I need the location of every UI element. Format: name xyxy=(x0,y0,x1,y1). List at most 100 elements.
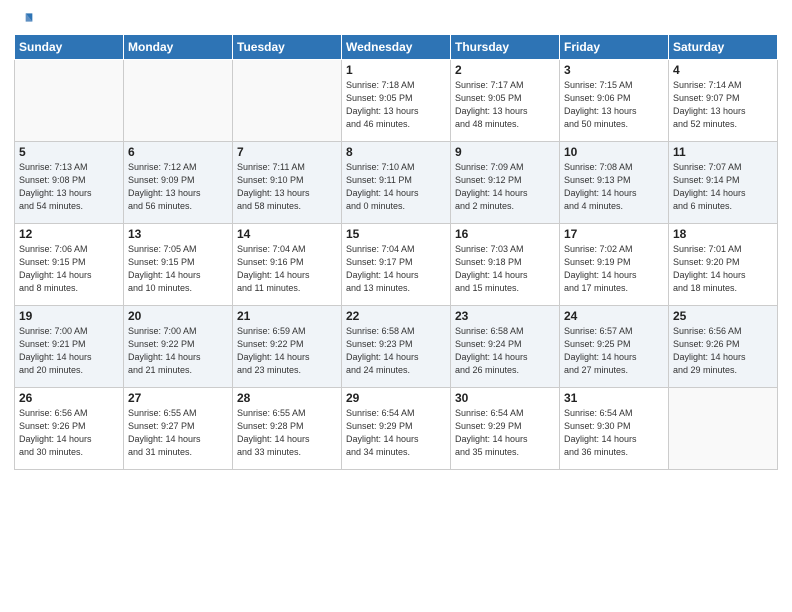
day-cell-28: 28 Sunrise: 6:55 AM Sunset: 9:28 PM Dayli… xyxy=(233,388,342,470)
day-cell-6: 6Sunrise: 7:12 AM Sunset: 9:09 PM Daylig… xyxy=(124,142,233,224)
day-info-12: Sunrise: 7:06 AM Sunset: 9:15 PM Dayligh… xyxy=(19,243,119,295)
day-cell-30: 30Sunrise: 6:54 AM Sunset: 9:29 PM Dayli… xyxy=(451,388,560,470)
weekday-header-monday: Monday xyxy=(124,35,233,60)
weekday-header-wednesday: Wednesday xyxy=(342,35,451,60)
day-info-26: Sunrise: 6:56 AM Sunset: 9:26 PM Dayligh… xyxy=(19,407,119,459)
day-info-28: Sunrise: 6:55 AM Sunset: 9:28 PM Dayligh… xyxy=(237,407,337,459)
day-cell-10: 10 Sunrise: 7:08 AM Sunset: 9:13 PM Dayli… xyxy=(560,142,669,224)
day-info-17: Sunrise: 7:02 AM Sunset: 9:19 PM Dayligh… xyxy=(564,243,664,295)
day-info-14: Sunrise: 7:04 AM Sunset: 9:16 PM Dayligh… xyxy=(237,243,337,295)
day-number-3: 3 xyxy=(564,63,664,77)
day-number-22: 22 xyxy=(346,309,446,323)
logo xyxy=(14,10,37,30)
day-info-25: Sunrise: 6:56 AM Sunset: 9:26 PM Dayligh… xyxy=(673,325,773,377)
day-cell-12: 12 Sunrise: 7:06 AM Sunset: 9:15 PM Dayli… xyxy=(15,224,124,306)
day-info-11: Sunrise: 7:07 AM Sunset: 9:14 PM Dayligh… xyxy=(673,161,773,213)
day-cell-15: 15 Sunrise: 7:04 AM Sunset: 9:17 PM Dayli… xyxy=(342,224,451,306)
empty-cell xyxy=(124,60,233,142)
week-row-5: 26Sunrise: 6:56 AM Sunset: 9:26 PM Dayli… xyxy=(15,388,778,470)
day-cell-4: 4Sunrise: 7:14 AM Sunset: 9:07 PM Daylig… xyxy=(669,60,778,142)
day-info-7: Sunrise: 7:11 AM Sunset: 9:10 PM Dayligh… xyxy=(237,161,337,213)
day-info-10: Sunrise: 7:08 AM Sunset: 9:13 PM Dayligh… xyxy=(564,161,664,213)
week-row-4: 19 Sunrise: 7:00 AM Sunset: 9:21 PM Dayli… xyxy=(15,306,778,388)
day-number-24: 24 xyxy=(564,309,664,323)
week-row-3: 12 Sunrise: 7:06 AM Sunset: 9:15 PM Dayli… xyxy=(15,224,778,306)
day-cell-23: 23 Sunrise: 6:58 AM Sunset: 9:24 PM Dayli… xyxy=(451,306,560,388)
day-number-6: 6 xyxy=(128,145,228,159)
day-info-9: Sunrise: 7:09 AM Sunset: 9:12 PM Dayligh… xyxy=(455,161,555,213)
day-number-28: 28 xyxy=(237,391,337,405)
empty-cell xyxy=(15,60,124,142)
day-info-13: Sunrise: 7:05 AM Sunset: 9:15 PM Dayligh… xyxy=(128,243,228,295)
calendar-table: SundayMondayTuesdayWednesdayThursdayFrid… xyxy=(14,34,778,470)
day-number-20: 20 xyxy=(128,309,228,323)
day-number-12: 12 xyxy=(19,227,119,241)
day-number-23: 23 xyxy=(455,309,555,323)
day-info-29: Sunrise: 6:54 AM Sunset: 9:29 PM Dayligh… xyxy=(346,407,446,459)
weekday-header-tuesday: Tuesday xyxy=(233,35,342,60)
day-info-27: Sunrise: 6:55 AM Sunset: 9:27 PM Dayligh… xyxy=(128,407,228,459)
day-number-13: 13 xyxy=(128,227,228,241)
day-number-4: 4 xyxy=(673,63,773,77)
day-number-29: 29 xyxy=(346,391,446,405)
calendar-page: SundayMondayTuesdayWednesdayThursdayFrid… xyxy=(0,0,792,612)
weekday-header-sunday: Sunday xyxy=(15,35,124,60)
header xyxy=(14,10,778,30)
day-number-19: 19 xyxy=(19,309,119,323)
day-cell-24: 24 Sunrise: 6:57 AM Sunset: 9:25 PM Dayli… xyxy=(560,306,669,388)
day-cell-21: 21 Sunrise: 6:59 AM Sunset: 9:22 PM Dayli… xyxy=(233,306,342,388)
day-cell-8: 8 Sunrise: 7:10 AM Sunset: 9:11 PM Daylig… xyxy=(342,142,451,224)
day-cell-25: 25 Sunrise: 6:56 AM Sunset: 9:26 PM Dayli… xyxy=(669,306,778,388)
day-cell-29: 29 Sunrise: 6:54 AM Sunset: 9:29 PM Dayli… xyxy=(342,388,451,470)
day-number-21: 21 xyxy=(237,309,337,323)
day-cell-14: 14 Sunrise: 7:04 AM Sunset: 9:16 PM Dayli… xyxy=(233,224,342,306)
day-info-30: Sunrise: 6:54 AM Sunset: 9:29 PM Dayligh… xyxy=(455,407,555,459)
week-row-1: 1 Sunrise: 7:18 AM Sunset: 9:05 PM Daylig… xyxy=(15,60,778,142)
day-number-8: 8 xyxy=(346,145,446,159)
day-info-18: Sunrise: 7:01 AM Sunset: 9:20 PM Dayligh… xyxy=(673,243,773,295)
day-info-22: Sunrise: 6:58 AM Sunset: 9:23 PM Dayligh… xyxy=(346,325,446,377)
day-cell-16: 16 Sunrise: 7:03 AM Sunset: 9:18 PM Dayli… xyxy=(451,224,560,306)
day-cell-22: 22 Sunrise: 6:58 AM Sunset: 9:23 PM Dayli… xyxy=(342,306,451,388)
day-info-2: Sunrise: 7:17 AM Sunset: 9:05 PM Dayligh… xyxy=(455,79,555,131)
day-info-1: Sunrise: 7:18 AM Sunset: 9:05 PM Dayligh… xyxy=(346,79,446,131)
day-info-3: Sunrise: 7:15 AM Sunset: 9:06 PM Dayligh… xyxy=(564,79,664,131)
day-number-27: 27 xyxy=(128,391,228,405)
weekday-header-friday: Friday xyxy=(560,35,669,60)
day-cell-2: 2 Sunrise: 7:17 AM Sunset: 9:05 PM Daylig… xyxy=(451,60,560,142)
day-info-5: Sunrise: 7:13 AM Sunset: 9:08 PM Dayligh… xyxy=(19,161,119,213)
day-cell-26: 26Sunrise: 6:56 AM Sunset: 9:26 PM Dayli… xyxy=(15,388,124,470)
day-info-23: Sunrise: 6:58 AM Sunset: 9:24 PM Dayligh… xyxy=(455,325,555,377)
day-number-15: 15 xyxy=(346,227,446,241)
weekday-header-thursday: Thursday xyxy=(451,35,560,60)
day-cell-9: 9Sunrise: 7:09 AM Sunset: 9:12 PM Daylig… xyxy=(451,142,560,224)
day-number-5: 5 xyxy=(19,145,119,159)
logo-icon xyxy=(14,10,34,30)
day-number-2: 2 xyxy=(455,63,555,77)
day-info-8: Sunrise: 7:10 AM Sunset: 9:11 PM Dayligh… xyxy=(346,161,446,213)
day-number-31: 31 xyxy=(564,391,664,405)
day-cell-18: 18 Sunrise: 7:01 AM Sunset: 9:20 PM Dayli… xyxy=(669,224,778,306)
day-cell-13: 13 Sunrise: 7:05 AM Sunset: 9:15 PM Dayli… xyxy=(124,224,233,306)
day-info-24: Sunrise: 6:57 AM Sunset: 9:25 PM Dayligh… xyxy=(564,325,664,377)
weekday-header-row: SundayMondayTuesdayWednesdayThursdayFrid… xyxy=(15,35,778,60)
day-number-16: 16 xyxy=(455,227,555,241)
day-info-21: Sunrise: 6:59 AM Sunset: 9:22 PM Dayligh… xyxy=(237,325,337,377)
day-number-10: 10 xyxy=(564,145,664,159)
day-info-19: Sunrise: 7:00 AM Sunset: 9:21 PM Dayligh… xyxy=(19,325,119,377)
day-cell-27: 27 Sunrise: 6:55 AM Sunset: 9:27 PM Dayli… xyxy=(124,388,233,470)
day-number-14: 14 xyxy=(237,227,337,241)
day-number-18: 18 xyxy=(673,227,773,241)
day-number-25: 25 xyxy=(673,309,773,323)
day-info-16: Sunrise: 7:03 AM Sunset: 9:18 PM Dayligh… xyxy=(455,243,555,295)
day-cell-3: 3 Sunrise: 7:15 AM Sunset: 9:06 PM Daylig… xyxy=(560,60,669,142)
day-info-31: Sunrise: 6:54 AM Sunset: 9:30 PM Dayligh… xyxy=(564,407,664,459)
day-info-15: Sunrise: 7:04 AM Sunset: 9:17 PM Dayligh… xyxy=(346,243,446,295)
day-cell-5: 5 Sunrise: 7:13 AM Sunset: 9:08 PM Daylig… xyxy=(15,142,124,224)
day-info-20: Sunrise: 7:00 AM Sunset: 9:22 PM Dayligh… xyxy=(128,325,228,377)
day-number-1: 1 xyxy=(346,63,446,77)
week-row-2: 5 Sunrise: 7:13 AM Sunset: 9:08 PM Daylig… xyxy=(15,142,778,224)
empty-cell xyxy=(669,388,778,470)
day-cell-19: 19 Sunrise: 7:00 AM Sunset: 9:21 PM Dayli… xyxy=(15,306,124,388)
day-number-7: 7 xyxy=(237,145,337,159)
